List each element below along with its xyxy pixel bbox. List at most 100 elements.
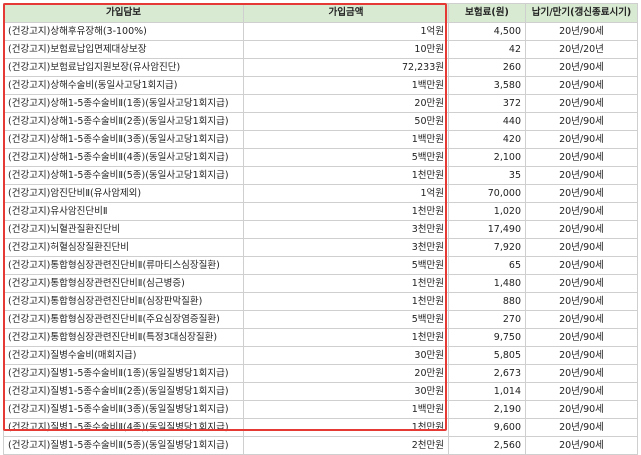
premium-value: 65 (448, 256, 526, 275)
term-value: 20년/90세 (525, 256, 638, 275)
coverage-name: (건강고지)통합형심장관련진단비Ⅱ(심장판막질환) (3, 292, 244, 311)
coverage-name: (건강고지)상해1-5종수술비Ⅱ(1종)(동일사고당1회지급) (3, 94, 244, 113)
coverage-amount: 1천만원 (243, 292, 449, 311)
term-value: 20년/90세 (525, 238, 638, 257)
table-row: (건강고지)상해수술비(동일사고당1회지급) 1백만원 3,580 20년/90세 (3, 76, 638, 95)
coverage-name: (건강고지)질병수술비(매회지급) (3, 346, 244, 365)
premium-value: 1,014 (448, 382, 526, 401)
coverage-name: (건강고지)질병1-5종수술비Ⅱ(3종)(동일질병당1회지급) (3, 400, 244, 419)
coverage-amount: 3천만원 (243, 220, 449, 239)
premium-value: 35 (448, 166, 526, 185)
coverage-name: (건강고지)상해1-5종수술비Ⅱ(2종)(동일사고당1회지급) (3, 112, 244, 131)
coverage-name: (건강고지)질병1-5종수술비Ⅱ(4종)(동일질병당1회지급) (3, 418, 244, 437)
coverage-amount: 1백만원 (243, 130, 449, 149)
coverage-name: (건강고지)상해후유장해(3-100%) (3, 22, 244, 41)
term-value: 20년/90세 (525, 76, 638, 95)
term-value: 20년/90세 (525, 22, 638, 41)
coverage-name: (건강고지)뇌혈관질환진단비 (3, 220, 244, 239)
premium-value: 270 (448, 310, 526, 329)
premium-value: 260 (448, 58, 526, 77)
premium-value: 880 (448, 292, 526, 311)
coverage-name: (건강고지)암진단비Ⅱ(유사암제외) (3, 184, 244, 203)
coverage-table-container: 가입담보 가입금액 보험료(원) 납기/만기(갱신종료시기) (건강고지)상해후… (3, 3, 638, 455)
table-row: (건강고지)상해1-5종수술비Ⅱ(1종)(동일사고당1회지급) 20만원 372 20… (3, 94, 638, 113)
table-row: (건강고지)통합형심장관련진단비Ⅱ(류마티스심장질환) 5백만원 65 20년/90세 (3, 256, 638, 275)
coverage-amount: 10만원 (243, 40, 449, 59)
coverage-name: (건강고지)상해1-5종수술비Ⅱ(5종)(동일사고당1회지급) (3, 166, 244, 185)
premium-value: 2,673 (448, 364, 526, 383)
term-value: 20년/90세 (525, 346, 638, 365)
premium-value: 420 (448, 130, 526, 149)
coverage-name: (건강고지)보험료납입지원보장(유사암진단) (3, 58, 244, 77)
term-value: 20년/90세 (525, 274, 638, 293)
table-row: (건강고지)허혈심장질환진단비 3천만원 7,920 20년/90세 (3, 238, 638, 257)
coverage-amount: 30만원 (243, 346, 449, 365)
premium-value: 2,190 (448, 400, 526, 419)
table-row: (건강고지)질병1-5종수술비Ⅱ(5종)(동일질병당1회지급) 2천만원 2,560… (3, 436, 638, 455)
term-value: 20년/90세 (525, 436, 638, 455)
header-term: 납기/만기(갱신종료시기) (525, 3, 638, 23)
coverage-amount: 5백만원 (243, 256, 449, 275)
coverage-amount: 1백만원 (243, 76, 449, 95)
term-value: 20년/90세 (525, 364, 638, 383)
coverage-amount: 1천만원 (243, 274, 449, 293)
premium-value: 5,805 (448, 346, 526, 365)
premium-value: 7,920 (448, 238, 526, 257)
term-value: 20년/90세 (525, 148, 638, 167)
table-row: (건강고지)질병1-5종수술비Ⅱ(1종)(동일질병당1회지급) 20만원 2,673… (3, 364, 638, 383)
coverage-amount: 5백만원 (243, 148, 449, 167)
table-row: (건강고지)질병수술비(매회지급) 30만원 5,805 20년/90세 (3, 346, 638, 365)
term-value: 20년/90세 (525, 220, 638, 239)
table-row: (건강고지)질병1-5종수술비Ⅱ(4종)(동일질병당1회지급) 1천만원 9,600… (3, 418, 638, 437)
coverage-name: (건강고지)질병1-5종수술비Ⅱ(2종)(동일질병당1회지급) (3, 382, 244, 401)
coverage-name: (건강고지)통합형심장관련진단비Ⅱ(주요심장염증질환) (3, 310, 244, 329)
term-value: 20년/90세 (525, 418, 638, 437)
term-value: 20년/90세 (525, 310, 638, 329)
coverage-name: (건강고지)질병1-5종수술비Ⅱ(5종)(동일질병당1회지급) (3, 436, 244, 455)
coverage-name: (건강고지)질병1-5종수술비Ⅱ(1종)(동일질병당1회지급) (3, 364, 244, 383)
premium-value: 372 (448, 94, 526, 113)
table-row: (건강고지)상해1-5종수술비Ⅱ(4종)(동일사고당1회지급) 5백만원 2,100… (3, 148, 638, 167)
premium-value: 9,600 (448, 418, 526, 437)
coverage-amount: 30만원 (243, 382, 449, 401)
term-value: 20년/90세 (525, 400, 638, 419)
table-row: (건강고지)암진단비Ⅱ(유사암제외) 1억원 70,000 20년/90세 (3, 184, 638, 203)
premium-value: 9,750 (448, 328, 526, 347)
table-row: (건강고지)유사암진단비Ⅱ 1천만원 1,020 20년/90세 (3, 202, 638, 221)
coverage-amount: 72,233원 (243, 58, 449, 77)
premium-value: 4,500 (448, 22, 526, 41)
header-amount: 가입금액 (243, 3, 449, 23)
table-body: (건강고지)상해후유장해(3-100%) 1억원 4,500 20년/90세 (건강고지… (3, 22, 638, 455)
premium-value: 1,480 (448, 274, 526, 293)
term-value: 20년/90세 (525, 292, 638, 311)
premium-value: 3,580 (448, 76, 526, 95)
table-row: (건강고지)뇌혈관질환진단비 3천만원 17,490 20년/90세 (3, 220, 638, 239)
table-row: (건강고지)통합형심장관련진단비Ⅱ(주요심장염증질환) 5백만원 270 20년/90… (3, 310, 638, 329)
coverage-name: (건강고지)유사암진단비Ⅱ (3, 202, 244, 221)
term-value: 20년/90세 (525, 112, 638, 131)
premium-value: 42 (448, 40, 526, 59)
header-premium: 보험료(원) (448, 3, 526, 23)
coverage-amount: 1천만원 (243, 328, 449, 347)
coverage-amount: 20만원 (243, 364, 449, 383)
table-row: (건강고지)상해1-5종수술비Ⅱ(2종)(동일사고당1회지급) 50만원 440 20… (3, 112, 638, 131)
coverage-name: (건강고지)통합형심장관련진단비Ⅱ(특정3대심장질환) (3, 328, 244, 347)
coverage-name: (건강고지)허혈심장질환진단비 (3, 238, 244, 257)
term-value: 20년/90세 (525, 58, 638, 77)
table-row: (건강고지)보험료납입지원보장(유사암진단) 72,233원 260 20년/90세 (3, 58, 638, 77)
table-row: (건강고지)상해1-5종수술비Ⅱ(5종)(동일사고당1회지급) 1천만원 35 20년… (3, 166, 638, 185)
premium-value: 2,560 (448, 436, 526, 455)
term-value: 20년/90세 (525, 166, 638, 185)
coverage-amount: 1천만원 (243, 166, 449, 185)
coverage-amount: 1천만원 (243, 202, 449, 221)
premium-value: 1,020 (448, 202, 526, 221)
term-value: 20년/90세 (525, 328, 638, 347)
coverage-name: (건강고지)상해1-5종수술비Ⅱ(3종)(동일사고당1회지급) (3, 130, 244, 149)
coverage-amount: 1천만원 (243, 418, 449, 437)
header-coverage: 가입담보 (3, 3, 244, 23)
term-value: 20년/20년 (525, 40, 638, 59)
premium-value: 440 (448, 112, 526, 131)
coverage-amount: 50만원 (243, 112, 449, 131)
coverage-name: (건강고지)상해수술비(동일사고당1회지급) (3, 76, 244, 95)
coverage-amount: 5백만원 (243, 310, 449, 329)
